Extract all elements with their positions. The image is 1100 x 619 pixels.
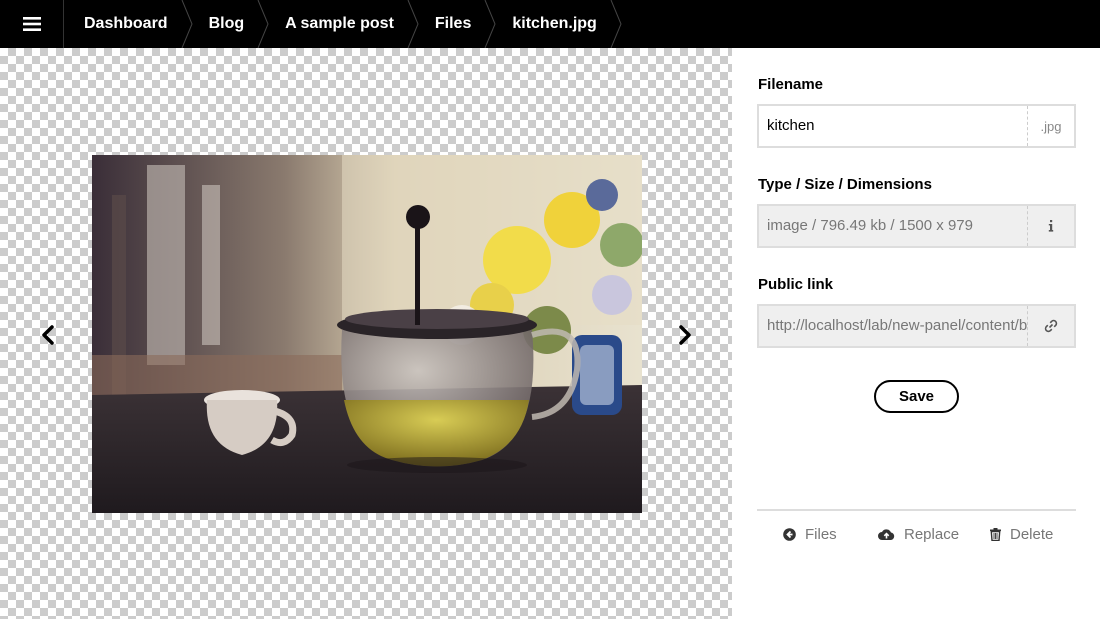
filename-input[interactable]: kitchen — [759, 106, 1027, 146]
breadcrumb: Dashboard Blog A sample post Files kitch… — [64, 0, 622, 48]
cloud-upload-icon — [878, 528, 895, 540]
breadcrumb-separator-icon — [610, 0, 622, 48]
menu-button[interactable] — [0, 0, 64, 48]
info-button[interactable] — [1027, 206, 1074, 246]
file-preview — [0, 48, 732, 619]
public-link-value[interactable]: http://localhost/lab/new-panel/content/b… — [759, 306, 1027, 346]
breadcrumb-label: kitchen.jpg — [512, 15, 597, 32]
public-link-label: Public link — [758, 276, 834, 293]
replace-file-button[interactable]: Replace — [878, 524, 959, 544]
breadcrumb-item-dashboard[interactable]: Dashboard — [64, 0, 193, 48]
divider — [757, 509, 1076, 511]
filename-label: Filename — [758, 76, 824, 93]
preview-image — [92, 155, 642, 513]
chevron-right-icon — [679, 325, 691, 345]
info-icon — [1048, 220, 1054, 232]
link-icon — [1044, 319, 1058, 333]
breadcrumb-item-blog[interactable]: Blog — [189, 0, 269, 48]
hamburger-icon — [22, 17, 41, 31]
breadcrumb-item-files[interactable]: Files — [415, 0, 496, 48]
trash-icon — [990, 527, 1001, 541]
top-bar: Dashboard Blog A sample post Files kitch… — [0, 0, 1100, 48]
filename-field: kitchen .jpg — [757, 104, 1076, 148]
breadcrumb-label: Dashboard — [84, 15, 168, 32]
info-value: image / 796.49 kb / 1500 x 979 — [767, 217, 973, 234]
info-field: image / 796.49 kb / 1500 x 979 — [757, 204, 1076, 248]
open-link-button[interactable] — [1027, 306, 1074, 346]
breadcrumb-label: Blog — [208, 15, 245, 32]
back-to-files-button[interactable]: Files — [783, 524, 837, 544]
breadcrumb-item-post[interactable]: A sample post — [265, 0, 419, 48]
filename-extension: .jpg — [1027, 106, 1074, 146]
delete-file-button[interactable]: Delete — [990, 524, 1053, 544]
save-button[interactable]: Save — [874, 380, 959, 413]
breadcrumb-label: Files — [434, 15, 472, 32]
previous-file-button[interactable] — [38, 323, 58, 347]
chevron-left-icon — [42, 325, 54, 345]
public-link-field: http://localhost/lab/new-panel/content/b… — [757, 304, 1076, 348]
file-sidebar: Filename kitchen .jpg Type / Size / Dime… — [732, 48, 1100, 619]
breadcrumb-item-current-file[interactable]: kitchen.jpg — [492, 0, 622, 48]
replace-action-label: Replace — [904, 525, 960, 543]
breadcrumb-label: A sample post — [285, 15, 394, 32]
info-label: Type / Size / Dimensions — [758, 176, 932, 193]
delete-action-label: Delete — [1010, 525, 1054, 543]
next-file-button[interactable] — [675, 323, 695, 347]
files-action-label: Files — [805, 525, 837, 543]
arrow-circle-left-icon — [783, 527, 796, 541]
